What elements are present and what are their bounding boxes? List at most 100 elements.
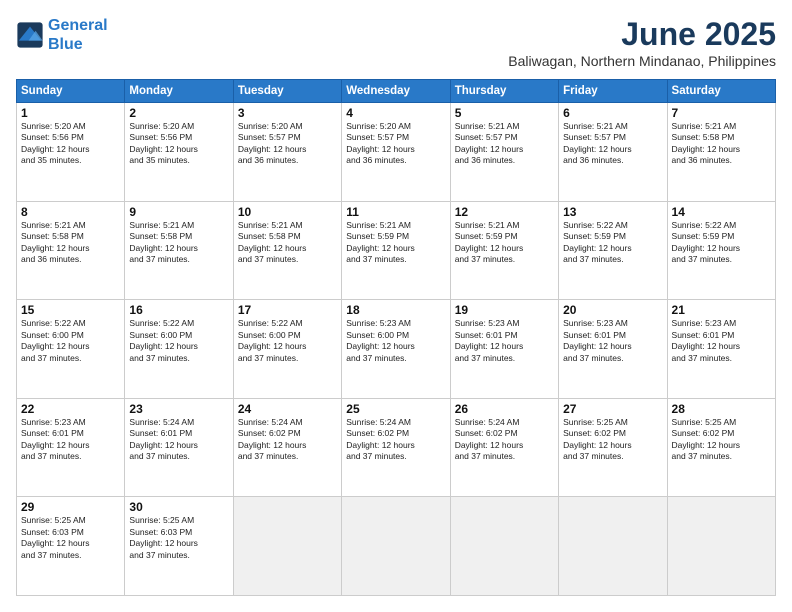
header: General Blue June 2025 Baliwagan, Northe…: [16, 16, 776, 69]
day-info: Sunrise: 5:21 AM Sunset: 5:58 PM Dayligh…: [672, 121, 771, 167]
day-number: 2: [129, 106, 228, 120]
title-block: June 2025 Baliwagan, Northern Mindanao, …: [508, 16, 776, 69]
logo-text: General Blue: [48, 16, 108, 54]
calendar-cell: 13Sunrise: 5:22 AM Sunset: 5:59 PM Dayli…: [559, 201, 667, 300]
day-info: Sunrise: 5:20 AM Sunset: 5:57 PM Dayligh…: [238, 121, 337, 167]
day-info: Sunrise: 5:24 AM Sunset: 6:02 PM Dayligh…: [455, 417, 554, 463]
day-info: Sunrise: 5:21 AM Sunset: 5:57 PM Dayligh…: [455, 121, 554, 167]
calendar-cell: 29Sunrise: 5:25 AM Sunset: 6:03 PM Dayli…: [17, 497, 125, 596]
calendar-cell: 23Sunrise: 5:24 AM Sunset: 6:01 PM Dayli…: [125, 398, 233, 497]
calendar-cell: 3Sunrise: 5:20 AM Sunset: 5:57 PM Daylig…: [233, 103, 341, 202]
calendar-cell: 14Sunrise: 5:22 AM Sunset: 5:59 PM Dayli…: [667, 201, 775, 300]
day-info: Sunrise: 5:24 AM Sunset: 6:01 PM Dayligh…: [129, 417, 228, 463]
calendar-cell: 2Sunrise: 5:20 AM Sunset: 5:56 PM Daylig…: [125, 103, 233, 202]
day-number: 28: [672, 402, 771, 416]
header-sunday: Sunday: [17, 80, 125, 103]
day-info: Sunrise: 5:25 AM Sunset: 6:03 PM Dayligh…: [21, 515, 120, 561]
day-number: 1: [21, 106, 120, 120]
calendar-row-3: 15Sunrise: 5:22 AM Sunset: 6:00 PM Dayli…: [17, 300, 776, 399]
day-number: 22: [21, 402, 120, 416]
calendar-cell: 24Sunrise: 5:24 AM Sunset: 6:02 PM Dayli…: [233, 398, 341, 497]
day-info: Sunrise: 5:21 AM Sunset: 5:58 PM Dayligh…: [129, 220, 228, 266]
day-info: Sunrise: 5:23 AM Sunset: 6:00 PM Dayligh…: [346, 318, 445, 364]
calendar-cell: 8Sunrise: 5:21 AM Sunset: 5:58 PM Daylig…: [17, 201, 125, 300]
day-info: Sunrise: 5:22 AM Sunset: 6:00 PM Dayligh…: [238, 318, 337, 364]
calendar-cell: [342, 497, 450, 596]
day-number: 4: [346, 106, 445, 120]
day-info: Sunrise: 5:24 AM Sunset: 6:02 PM Dayligh…: [346, 417, 445, 463]
header-thursday: Thursday: [450, 80, 558, 103]
day-info: Sunrise: 5:23 AM Sunset: 6:01 PM Dayligh…: [672, 318, 771, 364]
day-number: 26: [455, 402, 554, 416]
day-info: Sunrise: 5:25 AM Sunset: 6:02 PM Dayligh…: [563, 417, 662, 463]
header-wednesday: Wednesday: [342, 80, 450, 103]
day-number: 25: [346, 402, 445, 416]
day-info: Sunrise: 5:21 AM Sunset: 5:57 PM Dayligh…: [563, 121, 662, 167]
day-info: Sunrise: 5:21 AM Sunset: 5:59 PM Dayligh…: [346, 220, 445, 266]
day-number: 23: [129, 402, 228, 416]
day-number: 10: [238, 205, 337, 219]
day-number: 16: [129, 303, 228, 317]
calendar-cell: [559, 497, 667, 596]
calendar-cell: [667, 497, 775, 596]
calendar-cell: 27Sunrise: 5:25 AM Sunset: 6:02 PM Dayli…: [559, 398, 667, 497]
day-info: Sunrise: 5:22 AM Sunset: 6:00 PM Dayligh…: [129, 318, 228, 364]
calendar-cell: 9Sunrise: 5:21 AM Sunset: 5:58 PM Daylig…: [125, 201, 233, 300]
calendar-cell: [233, 497, 341, 596]
day-info: Sunrise: 5:23 AM Sunset: 6:01 PM Dayligh…: [21, 417, 120, 463]
page: General Blue June 2025 Baliwagan, Northe…: [0, 0, 792, 612]
calendar-table: Sunday Monday Tuesday Wednesday Thursday…: [16, 79, 776, 596]
day-number: 19: [455, 303, 554, 317]
calendar-cell: 6Sunrise: 5:21 AM Sunset: 5:57 PM Daylig…: [559, 103, 667, 202]
calendar-row-1: 1Sunrise: 5:20 AM Sunset: 5:56 PM Daylig…: [17, 103, 776, 202]
day-number: 17: [238, 303, 337, 317]
day-number: 3: [238, 106, 337, 120]
calendar-cell: 1Sunrise: 5:20 AM Sunset: 5:56 PM Daylig…: [17, 103, 125, 202]
day-info: Sunrise: 5:23 AM Sunset: 6:01 PM Dayligh…: [563, 318, 662, 364]
calendar-cell: 21Sunrise: 5:23 AM Sunset: 6:01 PM Dayli…: [667, 300, 775, 399]
day-number: 7: [672, 106, 771, 120]
header-friday: Friday: [559, 80, 667, 103]
calendar-row-2: 8Sunrise: 5:21 AM Sunset: 5:58 PM Daylig…: [17, 201, 776, 300]
calendar-cell: 25Sunrise: 5:24 AM Sunset: 6:02 PM Dayli…: [342, 398, 450, 497]
day-number: 6: [563, 106, 662, 120]
calendar-cell: 20Sunrise: 5:23 AM Sunset: 6:01 PM Dayli…: [559, 300, 667, 399]
day-info: Sunrise: 5:25 AM Sunset: 6:03 PM Dayligh…: [129, 515, 228, 561]
header-tuesday: Tuesday: [233, 80, 341, 103]
day-number: 13: [563, 205, 662, 219]
calendar-cell: 11Sunrise: 5:21 AM Sunset: 5:59 PM Dayli…: [342, 201, 450, 300]
calendar-row-5: 29Sunrise: 5:25 AM Sunset: 6:03 PM Dayli…: [17, 497, 776, 596]
calendar-cell: 16Sunrise: 5:22 AM Sunset: 6:00 PM Dayli…: [125, 300, 233, 399]
calendar-cell: 18Sunrise: 5:23 AM Sunset: 6:00 PM Dayli…: [342, 300, 450, 399]
day-number: 24: [238, 402, 337, 416]
calendar-cell: [450, 497, 558, 596]
day-info: Sunrise: 5:21 AM Sunset: 5:58 PM Dayligh…: [238, 220, 337, 266]
header-monday: Monday: [125, 80, 233, 103]
day-info: Sunrise: 5:21 AM Sunset: 5:58 PM Dayligh…: [21, 220, 120, 266]
calendar-cell: 12Sunrise: 5:21 AM Sunset: 5:59 PM Dayli…: [450, 201, 558, 300]
day-number: 29: [21, 500, 120, 514]
logo: General Blue: [16, 16, 108, 54]
logo-icon: [16, 21, 44, 49]
header-saturday: Saturday: [667, 80, 775, 103]
calendar-cell: 28Sunrise: 5:25 AM Sunset: 6:02 PM Dayli…: [667, 398, 775, 497]
day-number: 21: [672, 303, 771, 317]
day-number: 14: [672, 205, 771, 219]
day-number: 27: [563, 402, 662, 416]
calendar-title: June 2025: [508, 16, 776, 53]
day-number: 15: [21, 303, 120, 317]
day-info: Sunrise: 5:23 AM Sunset: 6:01 PM Dayligh…: [455, 318, 554, 364]
weekday-header-row: Sunday Monday Tuesday Wednesday Thursday…: [17, 80, 776, 103]
day-number: 20: [563, 303, 662, 317]
day-info: Sunrise: 5:21 AM Sunset: 5:59 PM Dayligh…: [455, 220, 554, 266]
day-number: 5: [455, 106, 554, 120]
day-number: 30: [129, 500, 228, 514]
day-info: Sunrise: 5:20 AM Sunset: 5:56 PM Dayligh…: [129, 121, 228, 167]
calendar-cell: 17Sunrise: 5:22 AM Sunset: 6:00 PM Dayli…: [233, 300, 341, 399]
day-number: 12: [455, 205, 554, 219]
day-info: Sunrise: 5:22 AM Sunset: 5:59 PM Dayligh…: [672, 220, 771, 266]
day-info: Sunrise: 5:22 AM Sunset: 6:00 PM Dayligh…: [21, 318, 120, 364]
day-info: Sunrise: 5:20 AM Sunset: 5:57 PM Dayligh…: [346, 121, 445, 167]
calendar-cell: 5Sunrise: 5:21 AM Sunset: 5:57 PM Daylig…: [450, 103, 558, 202]
day-info: Sunrise: 5:20 AM Sunset: 5:56 PM Dayligh…: [21, 121, 120, 167]
